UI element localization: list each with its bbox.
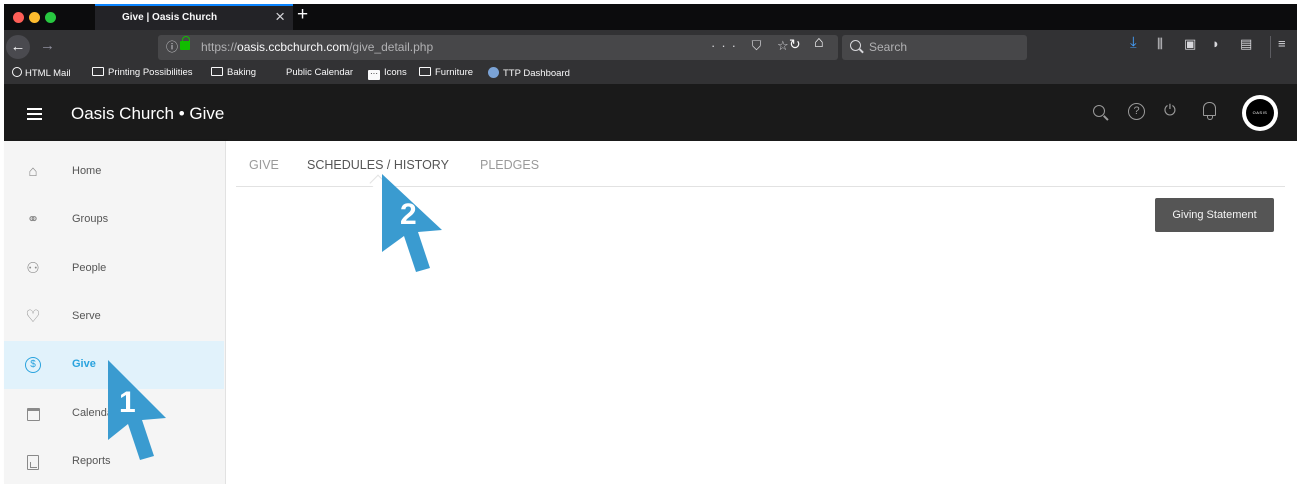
lock-icon bbox=[180, 36, 190, 50]
reader-icon[interactable]: ▤ bbox=[1240, 36, 1252, 52]
home-icon: ⌂ bbox=[28, 163, 38, 180]
folder-icon bbox=[419, 67, 431, 76]
search-placeholder: Search bbox=[869, 40, 908, 54]
browser-search-input[interactable]: Search bbox=[842, 35, 1027, 60]
sidebar-icon[interactable]: ▣ bbox=[1184, 36, 1196, 52]
dollar-glyph: $ bbox=[25, 357, 41, 373]
groups-icon: ⚭ bbox=[26, 211, 40, 228]
page-actions-icon[interactable]: ··· ⛉ ☆ bbox=[711, 38, 795, 54]
ttp-icon bbox=[488, 67, 499, 78]
avatar[interactable]: OASIS bbox=[1242, 95, 1278, 131]
callout-number: 2 bbox=[400, 198, 417, 231]
site-info-icon[interactable]: ⓘ bbox=[166, 38, 178, 55]
tab-pledges[interactable]: PLEDGES bbox=[480, 158, 539, 172]
folder-icon bbox=[211, 67, 223, 76]
bookmark-label: Icons bbox=[384, 67, 407, 78]
url-domain: oasis.ccbchurch.com bbox=[237, 40, 350, 54]
sidebar-item-serve[interactable]: ♡ Serve bbox=[4, 293, 224, 341]
library-icon[interactable]: ⫼ bbox=[1157, 36, 1163, 52]
search-icon[interactable] bbox=[1093, 105, 1105, 117]
hamburger-menu-icon[interactable] bbox=[27, 108, 42, 120]
sidebar-item-people[interactable]: ⚇ People bbox=[4, 245, 224, 293]
people-icon: ⚇ bbox=[26, 260, 40, 277]
bell-icon[interactable] bbox=[1203, 102, 1216, 120]
callout-arrow-1: 1 bbox=[108, 360, 166, 460]
folder-icon bbox=[92, 67, 104, 76]
browser-chrome: Give | Oasis Church × + ← → ⓘ https://oa… bbox=[4, 4, 1297, 84]
sidebar-item-label: People bbox=[72, 262, 107, 274]
browser-nav-bar: ← → ⓘ https://oasis.ccbchurch.com/give_d… bbox=[4, 30, 1297, 64]
sidebar-item-label: Give bbox=[72, 358, 96, 370]
sidebar-item-label: Home bbox=[72, 165, 102, 177]
browser-tab-give[interactable]: Give | Oasis Church × bbox=[95, 4, 293, 30]
back-button[interactable]: ← bbox=[6, 35, 30, 59]
app-header: Oasis Church • Give ? ⏻ OASIS bbox=[4, 84, 1297, 141]
home-icon[interactable]: ⌂ bbox=[814, 34, 824, 52]
browser-tab-title: Give | Oasis Church bbox=[122, 12, 218, 23]
close-window-button[interactable] bbox=[13, 12, 24, 23]
bookmark-icons[interactable]: ··· Icons bbox=[368, 67, 407, 80]
tab-close-icon[interactable]: × bbox=[275, 8, 285, 26]
search-icon bbox=[850, 40, 861, 51]
callout-number: 1 bbox=[119, 386, 136, 419]
bookmark-printing-possibilities[interactable]: Printing Possibilities bbox=[92, 67, 192, 78]
zoom-window-button[interactable] bbox=[45, 12, 56, 23]
url-protocol: https:// bbox=[201, 40, 238, 54]
minimize-window-button[interactable] bbox=[29, 12, 40, 23]
url-bar[interactable]: ⓘ https://oasis.ccbchurch.com/give_detai… bbox=[158, 35, 838, 60]
dots-icon: ··· bbox=[368, 69, 380, 80]
toolbar-divider bbox=[1270, 36, 1271, 58]
giving-statement-button[interactable]: Giving Statement bbox=[1155, 198, 1274, 232]
bookmark-label: TTP Dashboard bbox=[503, 68, 570, 79]
forward-button[interactable]: → bbox=[40, 37, 55, 55]
sidebar-item-label: Groups bbox=[72, 213, 109, 225]
bookmark-label: Printing Possibilities bbox=[108, 67, 193, 78]
callout-arrow-2: 2 bbox=[382, 174, 442, 272]
bookmark-baking[interactable]: Baking bbox=[211, 67, 256, 78]
browser-tab-bar: Give | Oasis Church × + bbox=[4, 4, 1297, 30]
bookmark-label: Baking bbox=[227, 67, 257, 78]
new-tab-button[interactable]: + bbox=[297, 3, 308, 27]
avatar-logo: OASIS bbox=[1246, 99, 1274, 127]
bookmark-ttp-dashboard[interactable]: TTP Dashboard bbox=[488, 67, 570, 79]
globe-icon bbox=[12, 67, 22, 77]
arrow-shape bbox=[108, 360, 166, 460]
bookmark-public-calendar[interactable]: Public Calendar bbox=[286, 67, 353, 78]
bookmarks-bar: HTML Mail Printing Possibilities Baking … bbox=[4, 64, 1297, 84]
help-icon[interactable]: ? bbox=[1128, 103, 1145, 120]
bookmark-label: Furniture bbox=[435, 67, 474, 78]
dollar-icon: $ bbox=[24, 356, 42, 374]
heart-icon: ♡ bbox=[24, 308, 42, 326]
report-icon bbox=[24, 453, 42, 471]
tab-give[interactable]: GIVE bbox=[249, 158, 279, 172]
sidebar-item-home[interactable]: ⌂ Home bbox=[4, 148, 224, 196]
sidebar-item-label: Serve bbox=[72, 310, 101, 322]
url-path: /give_detail.php bbox=[349, 40, 434, 54]
bookmark-label: Public Calendar bbox=[286, 67, 354, 78]
heart-glyph: ♡ bbox=[25, 307, 41, 326]
power-icon[interactable]: ⏻ bbox=[1164, 102, 1176, 119]
tab-schedules-history[interactable]: SCHEDULES / HISTORY bbox=[307, 158, 449, 172]
menu-icon[interactable]: ≡ bbox=[1278, 36, 1286, 51]
calendar-icon bbox=[24, 405, 42, 423]
bookmark-label: HTML Mail bbox=[25, 68, 71, 79]
bookmark-html-mail[interactable]: HTML Mail bbox=[12, 67, 71, 79]
app-title: Oasis Church • Give bbox=[71, 104, 225, 123]
extension-icon[interactable]: ◗ bbox=[1212, 36, 1220, 51]
reload-icon[interactable]: ↻ bbox=[789, 36, 801, 53]
download-icon[interactable]: ⤓ bbox=[1130, 34, 1137, 51]
bookmark-furniture[interactable]: Furniture bbox=[419, 67, 473, 78]
url-text[interactable]: https://oasis.ccbchurch.com/give_detail.… bbox=[201, 40, 433, 54]
sidebar-item-groups[interactable]: ⚭ Groups bbox=[4, 196, 224, 244]
